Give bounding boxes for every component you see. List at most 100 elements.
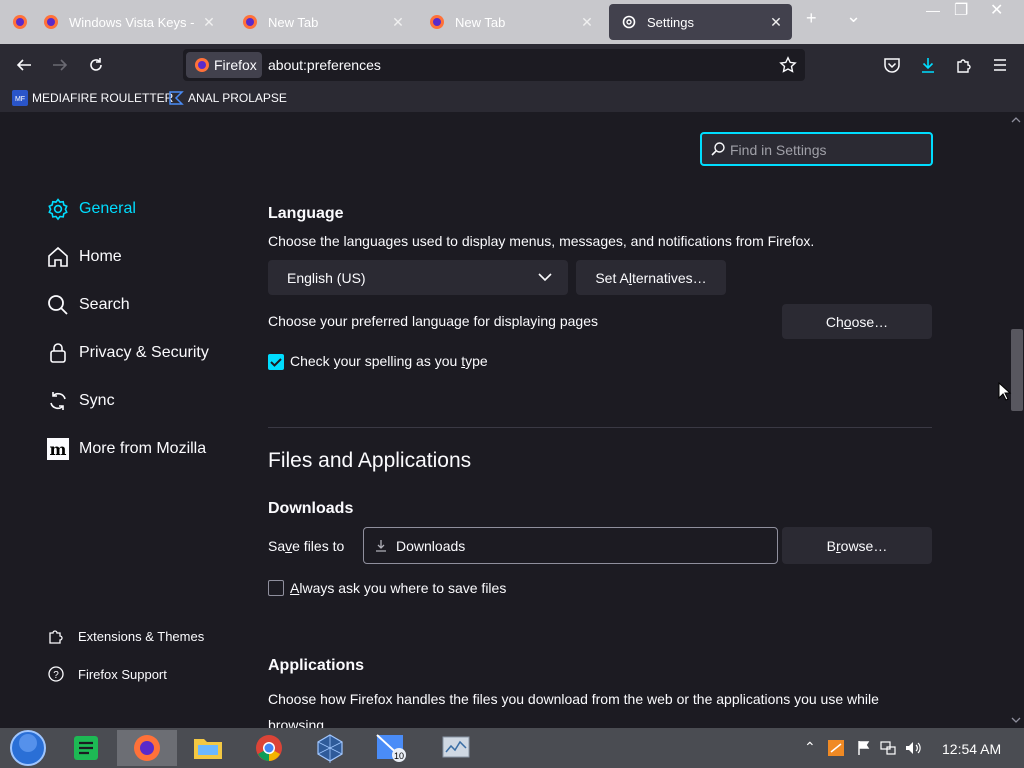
btn-text: Set A <box>595 269 629 286</box>
set-alternatives-button[interactable]: Set Al ternatives… <box>576 260 726 295</box>
virtualbox-icon <box>317 734 343 763</box>
search-input[interactable] <box>730 140 925 160</box>
bookmark-favicon-icon <box>169 91 184 105</box>
settings-page: General Home Search Privacy & Security S… <box>0 112 1024 728</box>
taskbar-clock[interactable]: 12:54 AM <box>942 741 1001 757</box>
checkmark-icon <box>270 358 282 367</box>
pocket-button[interactable] <box>880 53 904 77</box>
tab-1[interactable]: Windows Vista Keys - Lawrence ✕ <box>31 4 225 40</box>
downloads-button[interactable] <box>916 53 940 77</box>
sync-icon <box>45 388 71 414</box>
bookmarks-toolbar: MF MEDIAFIRE ROULETTER ANAL PROLAPSE <box>0 86 1024 112</box>
label-text: Sa <box>268 538 286 554</box>
category-sync[interactable]: Sync <box>45 387 115 415</box>
close-window-button[interactable]: ✕ <box>990 0 1003 20</box>
taskbar-monitor-app[interactable] <box>426 730 486 766</box>
always-ask-label[interactable]: Always ask you where to save files <box>290 580 506 596</box>
taskbar-spreadsheet-app[interactable] <box>56 730 116 766</box>
scroll-up-icon[interactable] <box>1011 116 1021 124</box>
extensions-themes-link[interactable]: Extensions & Themes <box>46 625 204 647</box>
taskbar-file-explorer[interactable] <box>178 730 238 766</box>
gear-icon <box>622 15 636 29</box>
language-select[interactable]: English (US) <box>268 260 568 295</box>
volume-icon[interactable] <box>904 740 922 756</box>
new-tab-button[interactable]: + <box>806 8 817 29</box>
identity-box[interactable]: Firefox <box>186 52 262 78</box>
taskbar-chrome[interactable] <box>239 730 299 766</box>
action-center-flag-icon[interactable] <box>856 740 872 756</box>
bookmark-mediafire[interactable]: MF MEDIAFIRE ROULETTER <box>12 90 173 106</box>
svg-text:MF: MF <box>15 96 25 103</box>
category-home[interactable]: Home <box>45 243 122 271</box>
firefox-icon <box>243 15 257 29</box>
download-folder-field[interactable]: Downloads <box>363 527 778 564</box>
bookmark-anal-prolapse[interactable]: ANAL PROLAPSE <box>168 90 287 106</box>
category-label: Home <box>79 248 122 265</box>
gear-icon <box>45 196 71 222</box>
tab-2[interactable]: New Tab ✕ <box>230 4 414 40</box>
taskbar-firefox[interactable] <box>117 730 177 766</box>
network-icon[interactable] <box>880 740 896 756</box>
language-description: Choose the languages used to display men… <box>268 233 815 249</box>
back-arrow-icon <box>16 59 31 71</box>
browse-button[interactable]: Br owse… <box>782 527 932 564</box>
resource-monitor-icon <box>442 736 470 758</box>
firefox-icon <box>13 15 27 29</box>
close-tab-icon[interactable]: ✕ <box>766 14 786 31</box>
downloads-heading: Downloads <box>268 500 354 517</box>
category-label: General <box>79 200 136 217</box>
applications-description: Choose how Firefox handles the files you… <box>268 691 879 728</box>
firefox-icon <box>44 15 58 29</box>
find-in-settings[interactable] <box>700 132 933 166</box>
category-label: More from Mozilla <box>79 440 207 457</box>
tab-title: New Tab <box>268 14 319 30</box>
show-hidden-icons-icon[interactable]: ⌃ <box>804 739 816 756</box>
close-tab-icon[interactable]: ✕ <box>577 14 597 31</box>
firefox-view-tab[interactable] <box>0 4 27 40</box>
scrollbar-thumb[interactable] <box>1011 329 1023 411</box>
category-privacy[interactable]: Privacy & Security <box>45 339 209 367</box>
downloads-folder-icon <box>376 539 386 552</box>
svg-text:10: 10 <box>394 751 404 761</box>
category-search[interactable]: Search <box>45 291 130 319</box>
tab-settings[interactable]: Settings ✕ <box>609 4 792 40</box>
mouse-cursor-icon <box>998 382 1012 401</box>
extensions-button[interactable] <box>952 53 976 77</box>
download-icon <box>922 58 934 73</box>
forward-button[interactable] <box>48 53 72 77</box>
category-more-from-mozilla[interactable]: m More from Mozilla <box>45 435 206 463</box>
spellcheck-label[interactable]: Check your spelling as you type <box>290 353 488 369</box>
page-scrollbar[interactable] <box>1008 112 1024 728</box>
close-tab-icon[interactable]: ✕ <box>199 14 219 31</box>
reload-button[interactable] <box>84 53 108 77</box>
spellcheck-checkbox[interactable] <box>268 354 284 370</box>
always-ask-checkbox[interactable] <box>268 580 284 596</box>
choose-language-button[interactable]: Ch o ose… <box>782 304 932 339</box>
bookmark-label: MEDIAFIRE ROULETTER <box>32 91 174 105</box>
url-bar[interactable]: Firefox about:preferences <box>183 49 805 81</box>
bookmark-star-icon[interactable] <box>779 56 797 74</box>
category-general[interactable]: General <box>45 195 136 223</box>
firefox-support-link[interactable]: ? Firefox Support <box>46 663 167 685</box>
minimize-button[interactable]: — <box>926 2 940 18</box>
taskbar-empty-slot[interactable] <box>487 730 547 766</box>
tray-app-icon[interactable] <box>828 740 844 756</box>
url-text[interactable]: about:preferences <box>268 57 381 73</box>
save-files-label: Save files to <box>268 538 344 554</box>
page-language-text: Choose your preferred language for displ… <box>268 313 598 329</box>
tab-3[interactable]: New Tab ✕ <box>417 4 603 40</box>
taskbar-windows-10-app[interactable]: 10 <box>361 730 421 766</box>
chrome-icon <box>256 735 282 761</box>
start-button[interactable] <box>0 730 56 766</box>
tab-title: New Tab <box>455 14 506 30</box>
taskbar: 10 ⌃ 12:54 AM <box>0 728 1024 768</box>
category-label: Search <box>79 296 130 313</box>
list-all-tabs-button[interactable]: ⌄ <box>846 6 861 27</box>
close-tab-icon[interactable]: ✕ <box>388 14 408 31</box>
taskbar-virtualbox[interactable] <box>300 730 360 766</box>
restore-button[interactable]: ❐ <box>954 0 968 20</box>
svg-text:m: m <box>50 440 67 459</box>
app-menu-button[interactable] <box>988 53 1012 77</box>
back-button[interactable] <box>12 53 36 77</box>
scroll-down-icon[interactable] <box>1011 716 1021 724</box>
